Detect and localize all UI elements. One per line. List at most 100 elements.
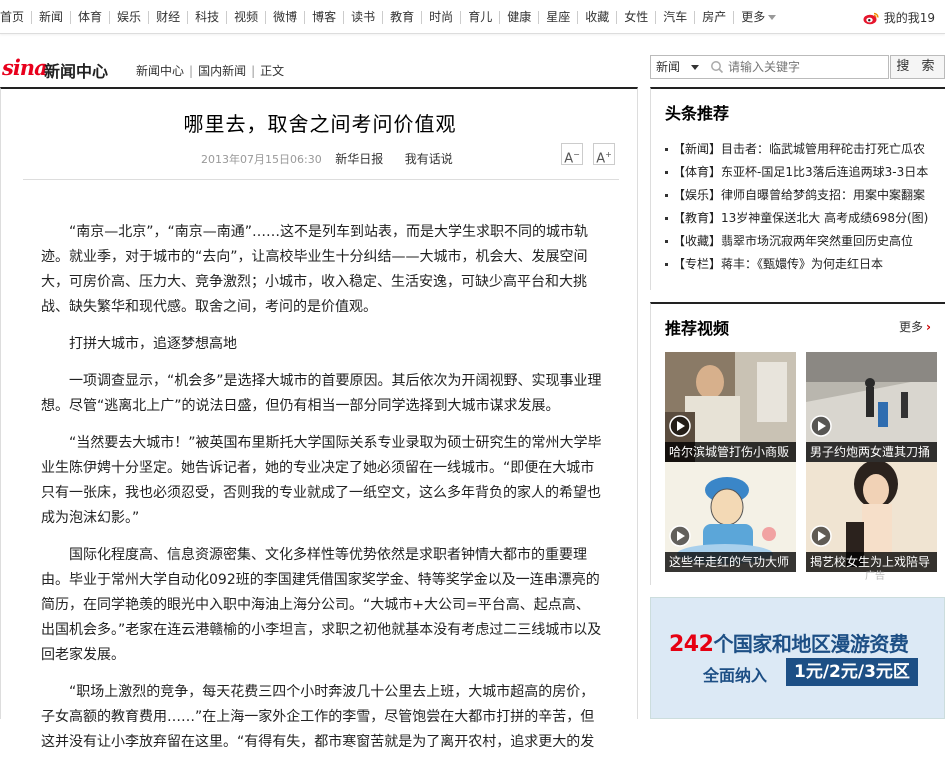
top-nav: 首页 新闻 体育 娱乐 财经 科技 视频 微博 博客 读书 教育 时尚 育儿 健…	[0, 0, 945, 34]
news-center-logo-text: 新闻中心	[44, 62, 109, 81]
headline-item[interactable]: 【专栏】蒋丰：《甄嬛传》为何走红日本	[665, 253, 945, 276]
nav-item-collect[interactable]: 收藏	[577, 10, 616, 24]
bullet-icon	[665, 263, 668, 266]
nav-item-edu[interactable]: 教育	[382, 10, 421, 24]
article-date: 2013年07月15日06:30	[201, 153, 322, 166]
article-body: “南京—北京”，“南京—南通”……这不是列车到站表，而是大学生求职不同的城市轨迹…	[41, 220, 602, 767]
breadcrumb-current: 正文	[260, 64, 285, 78]
nav-item-weibo[interactable]: 微博	[265, 10, 304, 24]
video-caption: 哈尔滨城管打伤小商贩	[665, 442, 796, 462]
font-increase-label: A	[596, 151, 606, 167]
sina-news-logo[interactable]: sina 新闻中心	[2, 55, 112, 81]
chevron-down-icon	[691, 65, 699, 70]
play-icon	[810, 525, 832, 547]
video-item[interactable]: 这些年走红的气功大师	[665, 462, 796, 572]
search-bar: 新闻 搜 索	[650, 55, 945, 79]
article-source-link[interactable]: 新华日报	[335, 152, 383, 166]
search-input[interactable]	[726, 58, 888, 76]
nav-more-dropdown[interactable]: 更多	[733, 9, 783, 24]
plus-icon: +	[605, 150, 612, 159]
headline-item[interactable]: 【教育】13岁神童保送北大 高考成绩698分(图)	[665, 207, 945, 230]
nav-item-tech[interactable]: 科技	[187, 10, 226, 24]
bullet-icon	[665, 240, 668, 243]
article-divider	[23, 179, 619, 180]
headlines-title: 头条推荐	[665, 104, 730, 123]
headline-item[interactable]: 【体育】东亚杯-国足1比3落后连追两球3-3日本	[665, 161, 945, 184]
article-paragraph: 一项调查显示，“机会多”是选择大城市的首要原因。其后依次为开阔视野、实现事业理想…	[41, 373, 602, 414]
nav-item-books[interactable]: 读书	[343, 10, 382, 24]
video-caption: 男子约炮两女遭其刀捅	[806, 442, 937, 462]
video-caption: 这些年走红的气功大师	[665, 552, 796, 572]
headline-item[interactable]: 【娱乐】律师自曝曾给梦鸽支招：用案中案翻案	[665, 184, 945, 207]
nav-item-health[interactable]: 健康	[499, 10, 538, 24]
bullet-icon	[665, 148, 668, 151]
nav-item-video[interactable]: 视频	[226, 10, 265, 24]
play-icon	[669, 415, 691, 437]
nav-item-astro[interactable]: 星座	[538, 10, 577, 24]
my-weibo-label: 我的我19	[883, 11, 935, 25]
font-decrease-button[interactable]: A−	[561, 143, 583, 167]
nav-item-news[interactable]: 新闻	[31, 10, 70, 24]
minus-icon: −	[573, 150, 580, 159]
nav-item-auto[interactable]: 汽车	[655, 10, 694, 24]
nav-item-finance[interactable]: 财经	[148, 10, 187, 24]
roaming-ad-banner[interactable]: 242个国家和地区漫游资费 全面纳入 1元/2元/3元区	[650, 597, 945, 719]
chevron-right-icon: ›	[926, 320, 931, 334]
video-item[interactable]: 男子约炮两女遭其刀捅	[806, 352, 937, 462]
ad-price-tag: 1元/2元/3元区	[786, 658, 918, 686]
bullet-icon	[665, 194, 668, 197]
recommended-videos-panel: 推荐视频 更多 › 哈尔滨城管打伤小商贩 男子约炮两女遭其刀捅 这些年走红的气功…	[650, 302, 945, 585]
article-paragraph: 国际化程度高、信息资源密集、文化多样性等优势依然是求职者钟情大都市的重要理由。毕…	[41, 547, 602, 663]
headline-text: 【娱乐】律师自曝曾给梦鸽支招：用案中案翻案	[673, 188, 926, 202]
video-item[interactable]: 揭艺校女生为上戏陪导	[806, 462, 937, 572]
headline-item[interactable]: 【新闻】目击者：临武城管用秤砣击打死亡瓜农	[665, 138, 945, 161]
nav-item-women[interactable]: 女性	[616, 10, 655, 24]
nav-item-fashion[interactable]: 时尚	[421, 10, 460, 24]
article-title: 哪里去，取舍之间考问价值观	[183, 112, 457, 136]
font-decrease-label: A	[564, 151, 574, 167]
top-nav-items: 首页 新闻 体育 娱乐 财经 科技 视频 微博 博客 读书 教育 时尚 育儿 健…	[0, 9, 783, 25]
search-category-value: 新闻	[656, 60, 681, 74]
search-button[interactable]: 搜 索	[890, 55, 945, 79]
headlines-list: 【新闻】目击者：临武城管用秤砣击打死亡瓜农 【体育】东亚杯-国足1比3落后连追两…	[665, 138, 945, 276]
ad-line-1-text: 个国家和地区漫游资费	[713, 632, 909, 656]
breadcrumb-separator: |	[189, 64, 194, 78]
videos-more-link[interactable]: 更多 ›	[899, 318, 931, 335]
videos-title: 推荐视频	[665, 319, 730, 338]
nav-item-ent[interactable]: 娱乐	[109, 10, 148, 24]
headline-text: 【收藏】翡翠市场沉寂两年突然重回历史高位	[673, 234, 914, 248]
ad-mark: 广告	[865, 571, 885, 582]
search-icon	[711, 61, 724, 74]
play-icon	[669, 525, 691, 547]
videos-more-label: 更多	[899, 320, 924, 334]
article-panel: 哪里去，取舍之间考问价值观 2013年07月15日06:30 新华日报 我有话说…	[0, 87, 638, 750]
font-increase-button[interactable]: A+	[593, 143, 615, 167]
my-weibo-link[interactable]: 我的我19	[863, 9, 935, 26]
breadcrumb-news-center[interactable]: 新闻中心	[136, 64, 184, 78]
video-item[interactable]: 哈尔滨城管打伤小商贩	[665, 352, 796, 462]
article-paragraph: “当然要去大城市！”被英国布里斯托大学国际关系专业录取为硕士研究生的常州大学毕业…	[41, 435, 602, 526]
chevron-down-icon	[768, 14, 777, 20]
nav-item-baby[interactable]: 育儿	[460, 10, 499, 24]
play-icon	[810, 415, 832, 437]
headlines-panel: 头条推荐 【新闻】目击者：临武城管用秤砣击打死亡瓜农 【体育】东亚杯-国足1比3…	[650, 87, 945, 290]
nav-item-home[interactable]: 首页	[0, 10, 31, 24]
comment-link[interactable]: 我有话说	[405, 152, 453, 166]
article-paragraph: “南京—北京”，“南京—南通”……这不是列车到站表，而是大学生求职不同的城市轨迹…	[41, 224, 589, 315]
breadcrumb: 新闻中心 | 国内新闻 | 正文	[136, 62, 284, 79]
ad-line-1: 242个国家和地区漫游资费	[669, 628, 909, 657]
breadcrumb-domestic-news[interactable]: 国内新闻	[198, 64, 246, 78]
nav-more-label: 更多	[741, 9, 766, 24]
nav-item-sports[interactable]: 体育	[70, 10, 109, 24]
breadcrumb-separator: |	[251, 64, 256, 78]
ad-line-2: 全面纳入	[703, 666, 768, 685]
headline-item[interactable]: 【收藏】翡翠市场沉寂两年突然重回历史高位	[665, 230, 945, 253]
article-meta: 2013年07月15日06:30 新华日报 我有话说	[201, 150, 453, 167]
headline-text: 【教育】13岁神童保送北大 高考成绩698分(图)	[673, 211, 929, 225]
search-input-box	[704, 55, 889, 79]
search-category-select[interactable]: 新闻	[650, 55, 705, 79]
bullet-icon	[665, 171, 668, 174]
ad-number: 242	[669, 632, 714, 657]
nav-item-house[interactable]: 房产	[694, 10, 733, 24]
nav-item-blog[interactable]: 博客	[304, 10, 343, 24]
